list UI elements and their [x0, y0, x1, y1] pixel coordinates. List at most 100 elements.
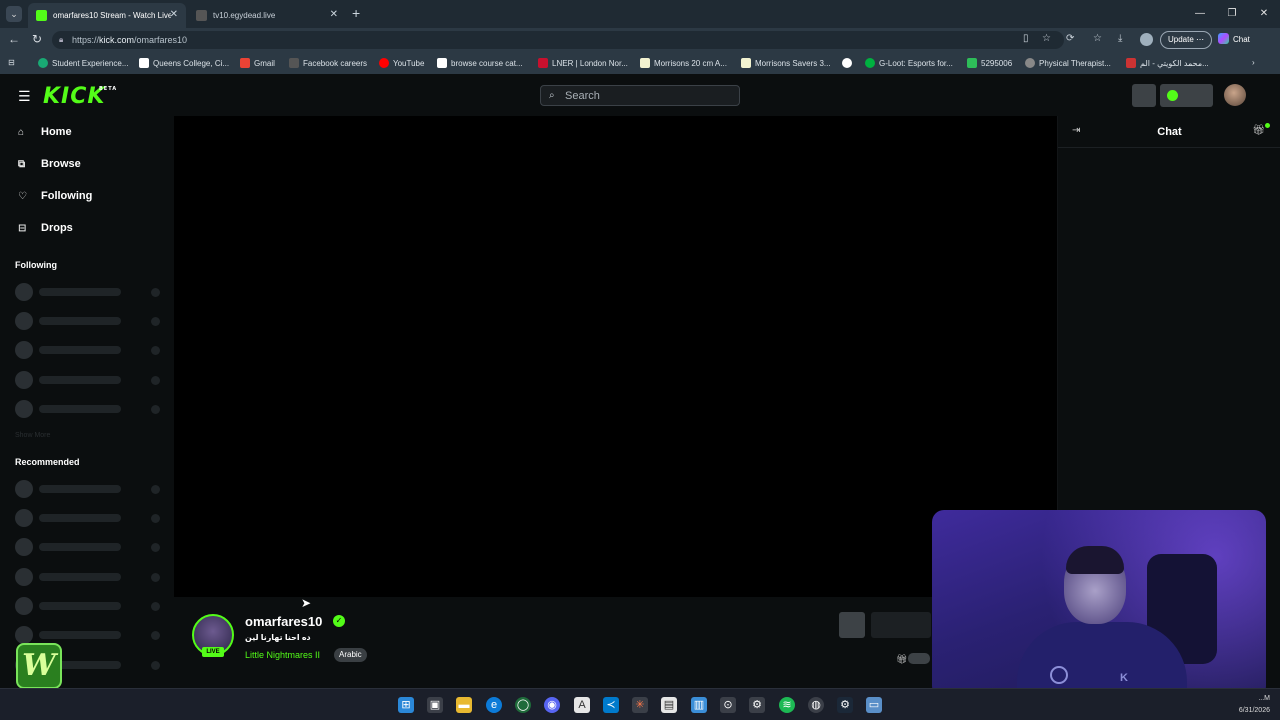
- recommended-channel-skeleton: [15, 480, 165, 498]
- recommended-channel-skeleton: [15, 509, 165, 527]
- app-icon[interactable]: ◯: [515, 697, 531, 713]
- recommended-channel-skeleton: [15, 568, 165, 586]
- settings-gear-icon[interactable]: ⚙: [749, 697, 765, 713]
- reader-view-icon[interactable]: ▯: [1023, 33, 1029, 44]
- following-channel-skeleton: [15, 400, 165, 418]
- language-tag[interactable]: Arabic: [334, 648, 367, 662]
- edge-browser-icon[interactable]: e: [486, 697, 502, 713]
- bookmarks-menu-icon[interactable]: ⊟: [8, 58, 15, 67]
- kick-logo[interactable]: KICK BETA: [43, 84, 116, 109]
- gift-sub-icon[interactable]: 🎁︎: [896, 654, 907, 665]
- user-avatar[interactable]: [1224, 84, 1246, 106]
- video-player[interactable]: [174, 116, 1057, 597]
- bookmark-gmail[interactable]: Gmail: [240, 58, 275, 68]
- notepad-icon[interactable]: ▥: [691, 697, 707, 713]
- sidebar-item-following[interactable]: ♡ Following: [18, 190, 92, 202]
- bookmark-browse-course[interactable]: browse course cat...: [437, 58, 523, 68]
- bookmark-facebook-careers[interactable]: Facebook careers: [289, 58, 367, 68]
- stream-title: ده احنا تهارنا لين: [245, 633, 311, 642]
- extensions-icon[interactable]: ⟳: [1066, 33, 1074, 44]
- show-more-link[interactable]: Show More: [15, 432, 50, 439]
- sub-count-placeholder: [908, 653, 930, 664]
- bookmark-physical-therapist[interactable]: Physical Therapist...: [1025, 58, 1111, 68]
- bookmark-label: Morrisons Savers 3...: [755, 58, 831, 68]
- kick-points-button[interactable]: [1160, 84, 1213, 107]
- drops-icon: ⊟: [18, 222, 27, 234]
- app-icon[interactable]: ⊙: [720, 697, 736, 713]
- page-favicon-icon: [196, 10, 207, 21]
- copilot-icon: [1218, 33, 1229, 44]
- gift-icon[interactable]: 🎁︎: [1252, 123, 1270, 136]
- minimize-button[interactable]: —: [1184, 0, 1216, 28]
- following-channel-skeleton: [15, 283, 165, 301]
- close-tab-icon[interactable]: ✕: [170, 9, 178, 20]
- bookmark-label: 5295006: [981, 58, 1013, 68]
- kick-favicon-icon: [36, 10, 47, 21]
- app-icon[interactable]: ◍: [808, 697, 824, 713]
- sidebar: ⌂ Home ⧉ Browse ♡ Following ⊟ Drops Followin…: [0, 116, 170, 688]
- bookmark-arabic[interactable]: محمد الكويتي - الم...: [1126, 58, 1209, 68]
- vscode-icon[interactable]: ≺: [603, 697, 619, 713]
- more-bookmarks-chevron-icon[interactable]: ›: [1252, 58, 1255, 67]
- bookmark-label: محمد الكويتي - الم...: [1140, 58, 1209, 68]
- webcam-overlay: K: [932, 510, 1266, 698]
- favorites-icon[interactable]: ☆: [1093, 33, 1102, 44]
- follow-button-placeholder[interactable]: [839, 612, 865, 638]
- app-icon[interactable]: ▤: [661, 697, 677, 713]
- bookmark-morrisons-savers[interactable]: Morrisons Savers 3...: [741, 58, 831, 68]
- tab-kick-stream[interactable]: omarfares10 Stream - Watch Live o ✕: [28, 3, 186, 28]
- channel-name[interactable]: omarfares10: [245, 614, 322, 629]
- taskbar-date[interactable]: 6/31/2026: [1239, 707, 1270, 714]
- bookmark-label: Morrisons 20 cm A...: [654, 58, 727, 68]
- windows-start-icon[interactable]: ⊞: [398, 697, 414, 713]
- menu-hamburger-icon[interactable]: ☰: [18, 88, 31, 105]
- sidebar-item-drops[interactable]: ⊟ Drops: [18, 222, 73, 234]
- category-link[interactable]: Little Nightmares II: [245, 650, 320, 660]
- tab-actions-menu-button[interactable]: ⌄: [6, 6, 22, 22]
- spotify-icon[interactable]: ≋: [779, 697, 795, 713]
- downloads-icon[interactable]: ⤓: [1118, 33, 1122, 44]
- subscribe-button-placeholder[interactable]: [871, 612, 931, 638]
- bookmark-morrisons-20cm[interactable]: Morrisons 20 cm A...: [640, 58, 727, 68]
- recommended-heading: Recommended: [15, 457, 80, 467]
- bookmark-youtube[interactable]: YouTube: [379, 58, 424, 68]
- search-input[interactable]: ⌕ Search: [540, 85, 740, 106]
- copilot-chat-button[interactable]: Chat: [1218, 31, 1250, 49]
- bookmark-g-loot[interactable]: G-Loot: Esports for...: [865, 58, 953, 68]
- sidebar-item-browse[interactable]: ⧉ Browse: [18, 158, 81, 170]
- lner-icon: [538, 58, 548, 68]
- file-explorer-icon[interactable]: ▬: [456, 697, 472, 713]
- app-icon[interactable]: ▭: [866, 697, 882, 713]
- bookmark-label: LNER | London Nor...: [552, 58, 628, 68]
- new-tab-button[interactable]: +: [352, 5, 360, 21]
- close-window-button[interactable]: ✕: [1248, 0, 1280, 28]
- close-tab-icon[interactable]: ✕: [330, 9, 338, 20]
- bookmark-google[interactable]: [842, 58, 856, 68]
- back-arrow-icon[interactable]: ←: [8, 32, 20, 46]
- window-controls: — ❐ ✕: [1184, 0, 1280, 28]
- nav-label: Following: [41, 190, 93, 202]
- tab-egydead[interactable]: tv10.egydead.live ✕: [188, 3, 346, 28]
- profile-avatar[interactable]: [1140, 33, 1153, 46]
- discord-icon[interactable]: ◉: [544, 697, 560, 713]
- bookmark-student-experience[interactable]: Student Experience...: [38, 58, 129, 68]
- steam-icon[interactable]: ⚙: [837, 697, 853, 713]
- app-icon[interactable]: ✳: [632, 697, 648, 713]
- url-host: kick.com: [99, 35, 135, 45]
- bookmark-5295006[interactable]: 5295006: [967, 58, 1012, 68]
- app-icon[interactable]: A: [574, 697, 590, 713]
- url-input[interactable]: 🔒︎ https://kick.com/omarfares10: [52, 31, 1064, 49]
- update-button[interactable]: Update ⋯: [1160, 31, 1213, 49]
- url-path: /omarfares10: [134, 35, 188, 45]
- taskbar-time[interactable]: ...M: [1258, 695, 1270, 702]
- refresh-icon[interactable]: ↻: [32, 32, 42, 46]
- top-bar-placeholder[interactable]: [1132, 84, 1156, 107]
- restore-button[interactable]: ❐: [1216, 0, 1248, 28]
- bookmark-queens-college[interactable]: Queens College, Ci...: [139, 58, 229, 68]
- bookmark-lner[interactable]: LNER | London Nor...: [538, 58, 628, 68]
- bookmark-label: Student Experience...: [52, 58, 129, 68]
- bookmark-icon: [865, 58, 875, 68]
- sidebar-item-home[interactable]: ⌂ Home: [18, 126, 72, 138]
- favorite-star-icon[interactable]: ☆: [1042, 33, 1051, 44]
- task-view-icon[interactable]: ▣: [427, 697, 443, 713]
